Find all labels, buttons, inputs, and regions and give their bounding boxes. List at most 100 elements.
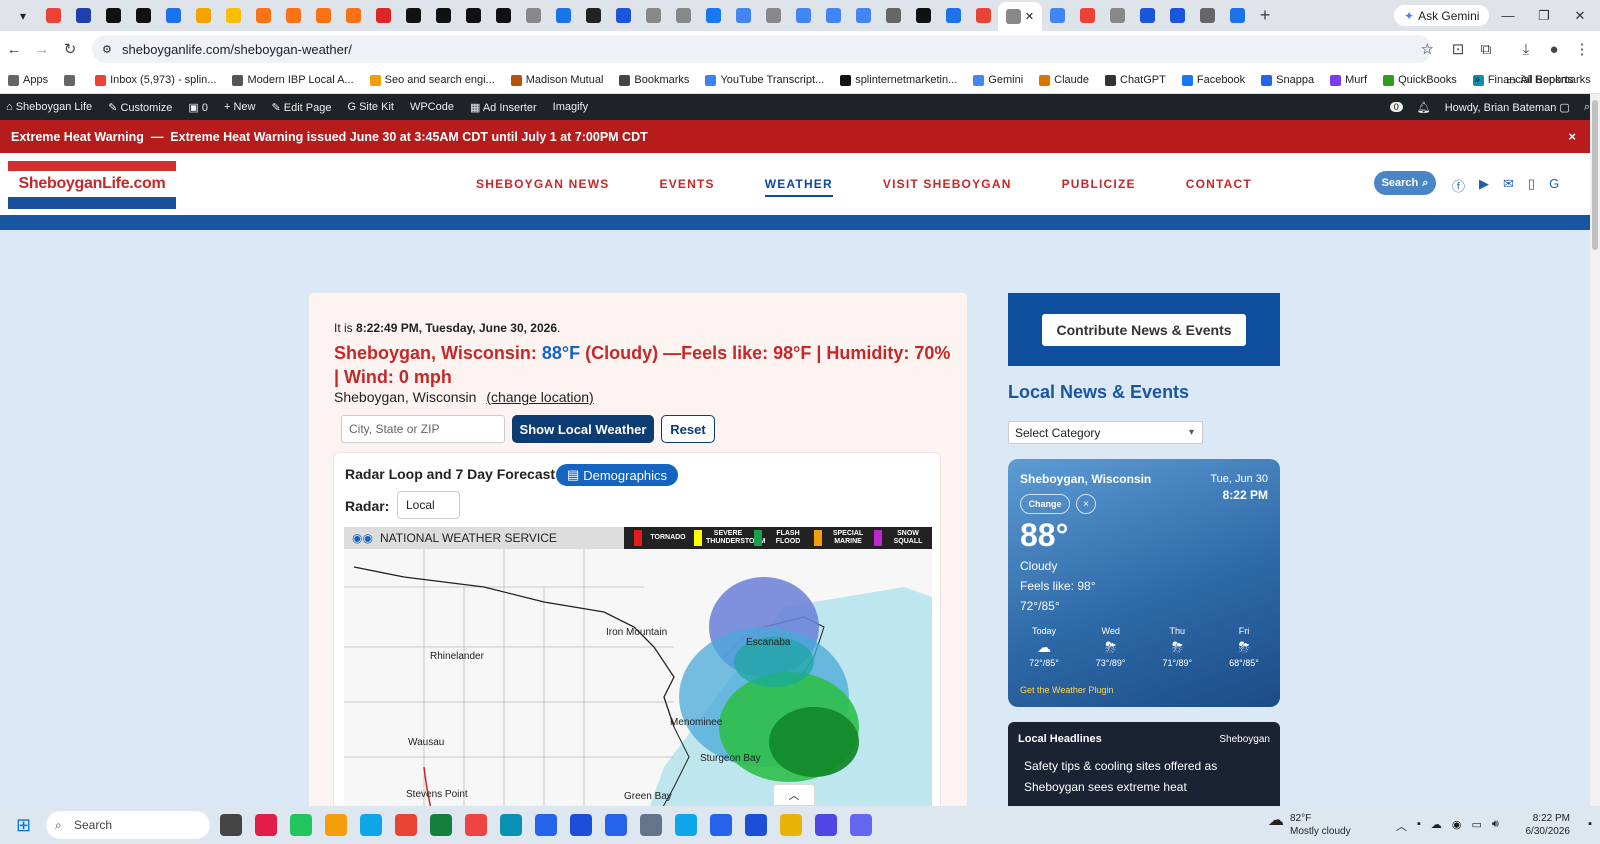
taskbar-app-icon[interactable] bbox=[710, 814, 732, 836]
heat-warning-banner[interactable]: Extreme Heat Warning — Extreme Heat Warn… bbox=[0, 120, 1590, 153]
browser-tab[interactable] bbox=[188, 3, 218, 29]
browser-tab[interactable] bbox=[698, 3, 728, 29]
howdy-user-link[interactable]: Howdy, Brian Bateman ▢ bbox=[1445, 101, 1570, 114]
address-bar[interactable]: ⚙ sheboyganlife.com/sheboygan-weather/ ☆ bbox=[92, 35, 1434, 63]
taskbar-search[interactable]: ⌕ Search bbox=[46, 811, 210, 839]
browser-tab[interactable] bbox=[758, 3, 788, 29]
new-tab-button[interactable]: + bbox=[1252, 5, 1278, 26]
wp-customize-link[interactable]: ✎ Customize bbox=[108, 101, 172, 114]
browser-tab[interactable] bbox=[278, 3, 308, 29]
taskbar-app-icon[interactable] bbox=[640, 814, 662, 836]
notification-icon[interactable]: ▪ bbox=[1588, 818, 1592, 830]
windows-start-icon[interactable]: ⊞ bbox=[16, 815, 31, 836]
browser-tab[interactable] bbox=[1072, 3, 1102, 29]
download-icon[interactable]: ⤓ bbox=[1512, 41, 1540, 58]
browser-tab[interactable] bbox=[518, 3, 548, 29]
taskbar-app-icon[interactable] bbox=[675, 814, 697, 836]
browser-tab[interactable] bbox=[68, 3, 98, 29]
close-tab-icon[interactable]: ✕ bbox=[1025, 10, 1034, 23]
onedrive-icon[interactable]: ☁ bbox=[1431, 818, 1442, 834]
taskbar-app-icon[interactable] bbox=[500, 814, 522, 836]
browser-tab[interactable] bbox=[38, 3, 68, 29]
taskbar-app-icon[interactable] bbox=[465, 814, 487, 836]
all-bookmarks-link[interactable]: ▭ All Bookmarks bbox=[1506, 74, 1591, 87]
page-scrollbar[interactable] bbox=[1590, 94, 1600, 806]
youtube-icon[interactable]: ▶ bbox=[1479, 176, 1489, 195]
bookmark-item[interactable]: Snappa bbox=[1261, 74, 1314, 86]
close-alert-icon[interactable]: × bbox=[1568, 129, 1576, 144]
taskbar-clock[interactable]: 8:22 PM 6/30/2026 bbox=[1526, 812, 1571, 838]
browser-tab[interactable] bbox=[1222, 3, 1252, 29]
demographics-button[interactable]: ▤ Demographics bbox=[556, 464, 678, 486]
ask-gemini-button[interactable]: ✦ Ask Gemini bbox=[1394, 5, 1490, 26]
location-input[interactable]: City, State or ZIP bbox=[341, 415, 505, 443]
minimize-button[interactable]: — bbox=[1490, 0, 1526, 31]
browser-tab[interactable] bbox=[1162, 3, 1192, 29]
bookmark-item[interactable] bbox=[64, 74, 79, 86]
browser-tab[interactable] bbox=[458, 3, 488, 29]
collapse-chevron-icon[interactable]: ︿ bbox=[773, 784, 815, 806]
network-icon[interactable]: ▭ bbox=[1472, 818, 1482, 834]
extensions-icon[interactable]: ⧉ bbox=[1472, 41, 1500, 58]
taskbar-app-icon[interactable] bbox=[220, 814, 242, 836]
chevron-up-icon[interactable]: ︿ bbox=[1396, 818, 1407, 834]
taskbar-app-icon[interactable] bbox=[815, 814, 837, 836]
taskbar-app-icon[interactable] bbox=[605, 814, 627, 836]
phone-icon[interactable]: ▯ bbox=[1528, 176, 1535, 195]
tab-search-chevron[interactable]: ▾ bbox=[8, 3, 38, 29]
tray-app-icon[interactable]: ▪ bbox=[1417, 818, 1421, 834]
wp-wpcode-link[interactable]: WPCode bbox=[410, 101, 454, 113]
bookmark-item[interactable]: YouTube Transcript... bbox=[705, 74, 824, 86]
bookmark-item[interactable]: Murf bbox=[1330, 74, 1367, 86]
browser-tab[interactable] bbox=[908, 3, 938, 29]
change-location-link[interactable]: (change location) bbox=[486, 389, 593, 405]
bookmark-item[interactable]: Gemini bbox=[973, 74, 1023, 86]
reset-button[interactable]: Reset bbox=[661, 415, 715, 443]
browser-tab[interactable] bbox=[968, 3, 998, 29]
bookmark-item[interactable]: Apps bbox=[8, 74, 48, 86]
bookmark-item[interactable]: Seo and search engi... bbox=[369, 74, 495, 86]
radar-select[interactable]: Local bbox=[397, 491, 460, 519]
browser-tab[interactable] bbox=[1192, 3, 1222, 29]
reload-icon[interactable]: ↻ bbox=[56, 40, 84, 58]
bookmark-item[interactable]: Inbox (5,973) - splin... bbox=[95, 74, 216, 86]
browser-tab[interactable] bbox=[638, 3, 668, 29]
browser-tab[interactable] bbox=[128, 3, 158, 29]
taskbar-app-icon[interactable] bbox=[325, 814, 347, 836]
browser-tab[interactable] bbox=[818, 3, 848, 29]
taskbar-app-icon[interactable] bbox=[360, 814, 382, 836]
browser-tab[interactable] bbox=[728, 3, 758, 29]
show-local-weather-button[interactable]: Show Local Weather bbox=[512, 415, 654, 443]
wp-comments-link[interactable]: ▣ 0 bbox=[188, 101, 208, 114]
browser-tab[interactable] bbox=[578, 3, 608, 29]
taskbar-app-icon[interactable] bbox=[745, 814, 767, 836]
browser-tab[interactable] bbox=[1102, 3, 1132, 29]
taskbar-weather[interactable]: ☁ 82°F Mostly cloudy bbox=[1268, 812, 1351, 838]
browser-tab[interactable] bbox=[548, 3, 578, 29]
bookmark-item[interactable]: QuickBooks bbox=[1383, 74, 1457, 86]
browser-tab[interactable] bbox=[98, 3, 128, 29]
header-search-button[interactable]: Search ⌕ bbox=[1374, 171, 1436, 195]
wp-edit-page-link[interactable]: ✎ Edit Page bbox=[271, 101, 331, 114]
browser-tab[interactable] bbox=[848, 3, 878, 29]
browser-tab[interactable] bbox=[158, 3, 188, 29]
wp-site-link[interactable]: ⌂ Sheboygan Life bbox=[6, 101, 92, 113]
scrollbar-thumb[interactable] bbox=[1592, 100, 1598, 250]
menu-icon[interactable]: ⋮ bbox=[1568, 40, 1596, 58]
bookmark-star-icon[interactable]: ☆ bbox=[1421, 40, 1434, 58]
camera-icon[interactable]: ⊡ bbox=[1444, 40, 1472, 58]
nav-publicize[interactable]: PUBLICIZE bbox=[1062, 177, 1136, 197]
tab-active[interactable]: ✕ bbox=[998, 1, 1042, 32]
taskbar-app-icon[interactable] bbox=[570, 814, 592, 836]
browser-tab[interactable] bbox=[668, 3, 698, 29]
category-select[interactable]: Select Category ▾ bbox=[1008, 421, 1203, 444]
email-icon[interactable]: ✉ bbox=[1503, 176, 1514, 195]
profile-avatar[interactable]: ● bbox=[1540, 41, 1568, 58]
widget-change-button[interactable]: Change bbox=[1020, 494, 1070, 514]
site-info-icon[interactable]: ⚙ bbox=[102, 43, 112, 56]
browser-tab[interactable] bbox=[938, 3, 968, 29]
tray-app-icon[interactable]: ◉ bbox=[1452, 818, 1462, 834]
browser-tab[interactable] bbox=[338, 3, 368, 29]
wp-notification-badge[interactable]: 0 bbox=[1389, 102, 1403, 112]
nav-events[interactable]: EVENTS bbox=[659, 177, 714, 197]
